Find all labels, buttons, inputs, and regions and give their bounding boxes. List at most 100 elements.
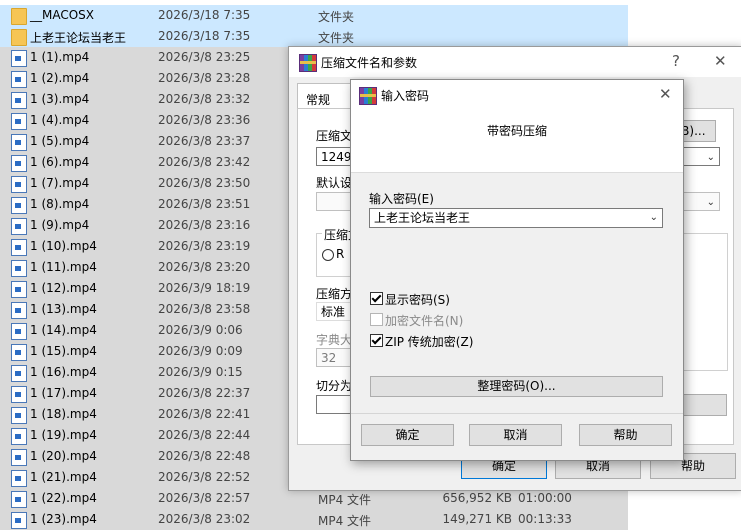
password-dialog-title: 输入密码 [381,89,430,103]
file-name: 1 (14).mp4 [30,323,97,337]
tab-general[interactable]: 常规 [297,83,351,110]
password-dialog-header: 带密码压缩 [351,110,683,173]
file-date: 2026/3/8 22:41 [158,407,251,421]
file-date: 2026/3/8 23:36 [158,113,251,127]
file-name: 1 (12).mp4 [30,281,97,295]
video-file-icon [11,491,27,508]
organize-passwords-label: 整理密码(O)... [477,379,556,393]
video-file-icon [11,155,27,172]
file-duration: 00:13:33 [518,512,572,526]
file-date: 2026/3/8 23:50 [158,176,251,190]
zip-legacy-encryption-checkbox[interactable] [370,334,383,347]
organize-passwords-button[interactable]: 整理密码(O)... [370,376,663,397]
video-file-icon [11,302,27,319]
file-name: 1 (5).mp4 [30,134,90,148]
close-icon[interactable]: ✕ [659,85,672,103]
folder-icon [11,8,27,25]
file-name: 1 (7).mp4 [30,176,90,190]
file-date: 2026/3/8 22:44 [158,428,251,442]
tab-general-label: 常规 [306,93,331,107]
format-radio[interactable] [322,249,334,261]
dictionary-label: 字典大 [316,333,353,347]
file-date: 2026/3/8 22:57 [158,491,251,505]
file-date: 2026/3/18 7:35 [158,29,251,43]
file-date: 2026/3/8 22:48 [158,449,251,463]
file-name: 1 (18).mp4 [30,407,97,421]
archive-ok-label: 确定 [491,459,516,473]
close-icon[interactable]: ✕ [714,52,727,70]
encrypt-filenames-checkbox[interactable] [370,313,383,326]
file-date: 2026/3/9 0:15 [158,365,243,379]
file-size: 149,271 KB [442,512,512,526]
video-file-icon [11,50,27,67]
chevron-down-icon[interactable]: ⌄ [650,209,658,227]
archive-dialog-titlebar: 压缩文件名和参数 ? ✕ [289,47,741,77]
file-type: 文件夹 [318,10,355,24]
encrypt-filenames-label: 加密文件名(N) [385,314,464,328]
file-name: 1 (16).mp4 [30,365,97,379]
file-name: 1 (8).mp4 [30,197,90,211]
file-name: 1 (20).mp4 [30,449,97,463]
file-date: 2026/3/18 7:35 [158,8,251,22]
password-cancel-button[interactable]: 取消 [469,424,562,446]
file-date: 2026/3/8 23:19 [158,239,251,253]
method-value: 标准 [321,305,346,319]
file-name: 上老王论坛当老王 [30,31,127,45]
file-date: 2026/3/8 23:20 [158,260,251,274]
file-name: 1 (4).mp4 [30,113,90,127]
video-file-icon [11,260,27,277]
show-password-label: 显示密码(S) [385,293,450,307]
file-date: 2026/3/9 0:06 [158,323,243,337]
video-file-icon [11,428,27,445]
archive-dialog-title: 压缩文件名和参数 [321,56,418,70]
file-name: 1 (21).mp4 [30,470,97,484]
password-field[interactable]: 上老王论坛当老王 ⌄ [369,208,663,228]
method-combo[interactable]: 标准 [316,302,352,321]
show-password-checkbox[interactable] [370,292,383,305]
video-file-icon [11,134,27,151]
video-file-icon [11,470,27,487]
file-date: 2026/3/8 23:02 [158,512,251,526]
file-name: 1 (19).mp4 [30,428,97,442]
file-date: 2026/3/8 23:32 [158,92,251,106]
file-row[interactable]: __MACOSX 2026/3/18 7:35 文件夹 [0,5,628,26]
split-label: 切分为 [316,379,353,393]
file-date: 2026/3/9 18:19 [158,281,251,295]
chevron-down-icon[interactable]: ⌄ [707,148,715,165]
password-help-button[interactable]: 帮助 [579,424,672,446]
file-name: 1 (17).mp4 [30,386,97,400]
chevron-down-icon[interactable]: ⌄ [707,193,715,210]
file-name: 1 (23).mp4 [30,512,97,526]
video-file-icon [11,365,27,382]
archive-help-label: 帮助 [680,459,705,473]
folder-icon [11,29,27,46]
file-row[interactable]: 上老王论坛当老王 2026/3/18 7:35 文件夹 [0,26,628,47]
video-file-icon [11,71,27,88]
file-type: MP4 文件 [318,514,372,528]
password-heading: 带密码压缩 [486,124,547,138]
split-combo[interactable] [316,395,352,414]
file-date: 2026/3/8 23:37 [158,134,251,148]
winrar-icon [359,87,377,105]
file-date: 2026/3/8 22:37 [158,386,251,400]
file-name: 1 (6).mp4 [30,155,90,169]
video-file-icon [11,407,27,424]
video-file-icon [11,344,27,361]
dictionary-combo[interactable]: 32 [316,348,352,367]
video-file-icon [11,281,27,298]
password-cancel-label: 取消 [503,428,528,442]
default-profile-label: 默认设 [316,176,353,190]
help-icon[interactable]: ? [672,52,680,70]
password-ok-button[interactable]: 确定 [361,424,454,446]
file-date: 2026/3/8 23:51 [158,197,251,211]
file-row[interactable]: 1 (23).mp4 2026/3/8 23:02 MP4 文件 149,271 KB… [0,509,628,530]
file-type: 文件夹 [318,31,355,45]
archive-name-label: 压缩文 [316,129,353,143]
file-date: 2026/3/8 23:25 [158,50,251,64]
file-date: 2026/3/8 23:42 [158,155,251,169]
video-file-icon [11,176,27,193]
file-name: 1 (13).mp4 [30,302,97,316]
file-row[interactable]: 1 (22).mp4 2026/3/8 22:57 MP4 文件 656,952 KB… [0,488,628,509]
file-name: 1 (3).mp4 [30,92,90,106]
password-value: 上老王论坛当老王 [374,211,471,225]
